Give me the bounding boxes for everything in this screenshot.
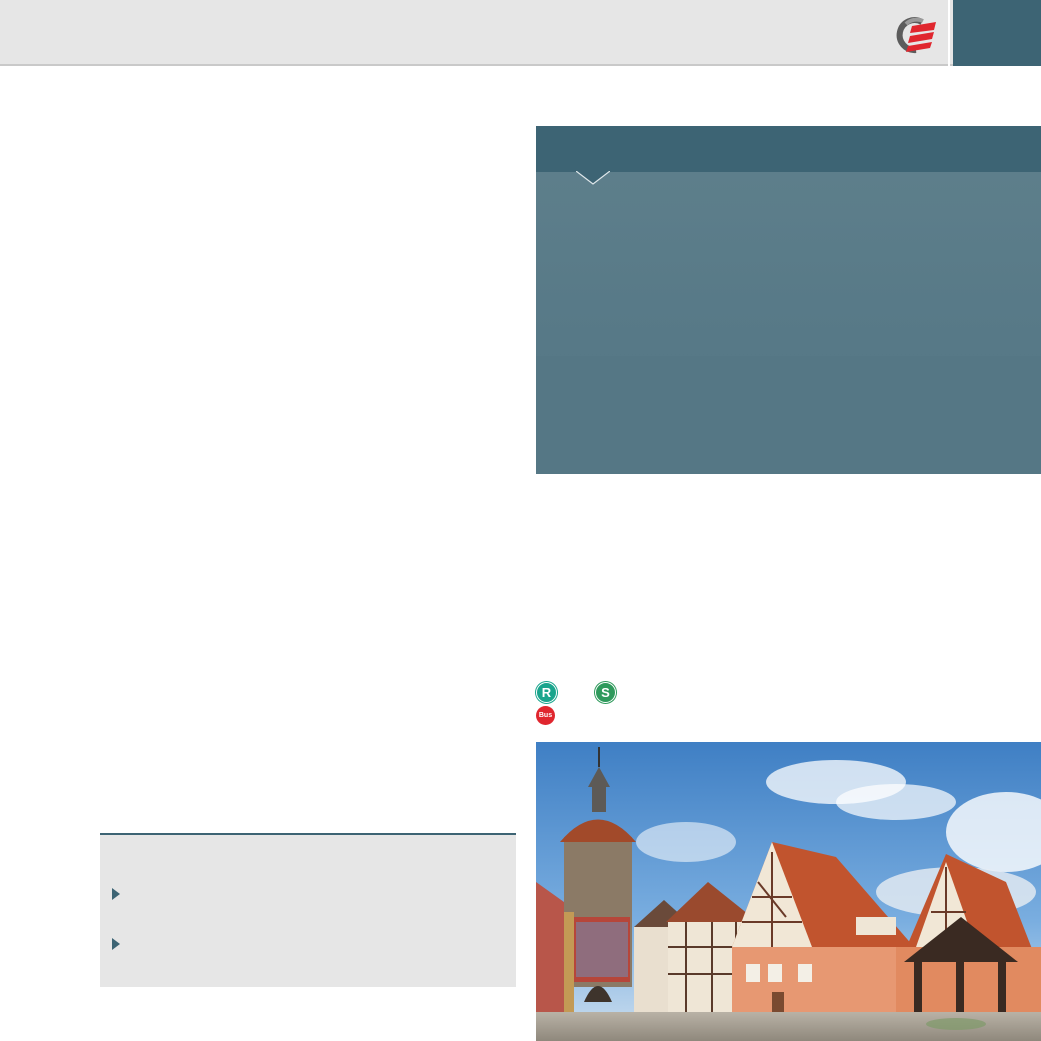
info-panel-header <box>536 126 1041 172</box>
bus-icon: Bus <box>536 706 555 725</box>
triangle-bullet-icon <box>112 888 120 900</box>
s-bahn-icon: S <box>595 682 616 703</box>
info-panel <box>536 126 1041 474</box>
header-page-tab <box>953 0 1041 66</box>
company-logo-icon <box>896 17 936 54</box>
triangle-bullet-icon <box>112 938 120 950</box>
panel-pointer-icon <box>576 171 610 185</box>
regional-train-icon: R <box>536 682 557 703</box>
header-divider <box>948 0 950 66</box>
town-square-photo <box>536 742 1041 1041</box>
page-header <box>0 0 1041 66</box>
transit-icons: R S Bus <box>536 682 736 728</box>
panel-swoosh-decoration <box>536 356 1041 474</box>
info-box <box>100 833 516 987</box>
